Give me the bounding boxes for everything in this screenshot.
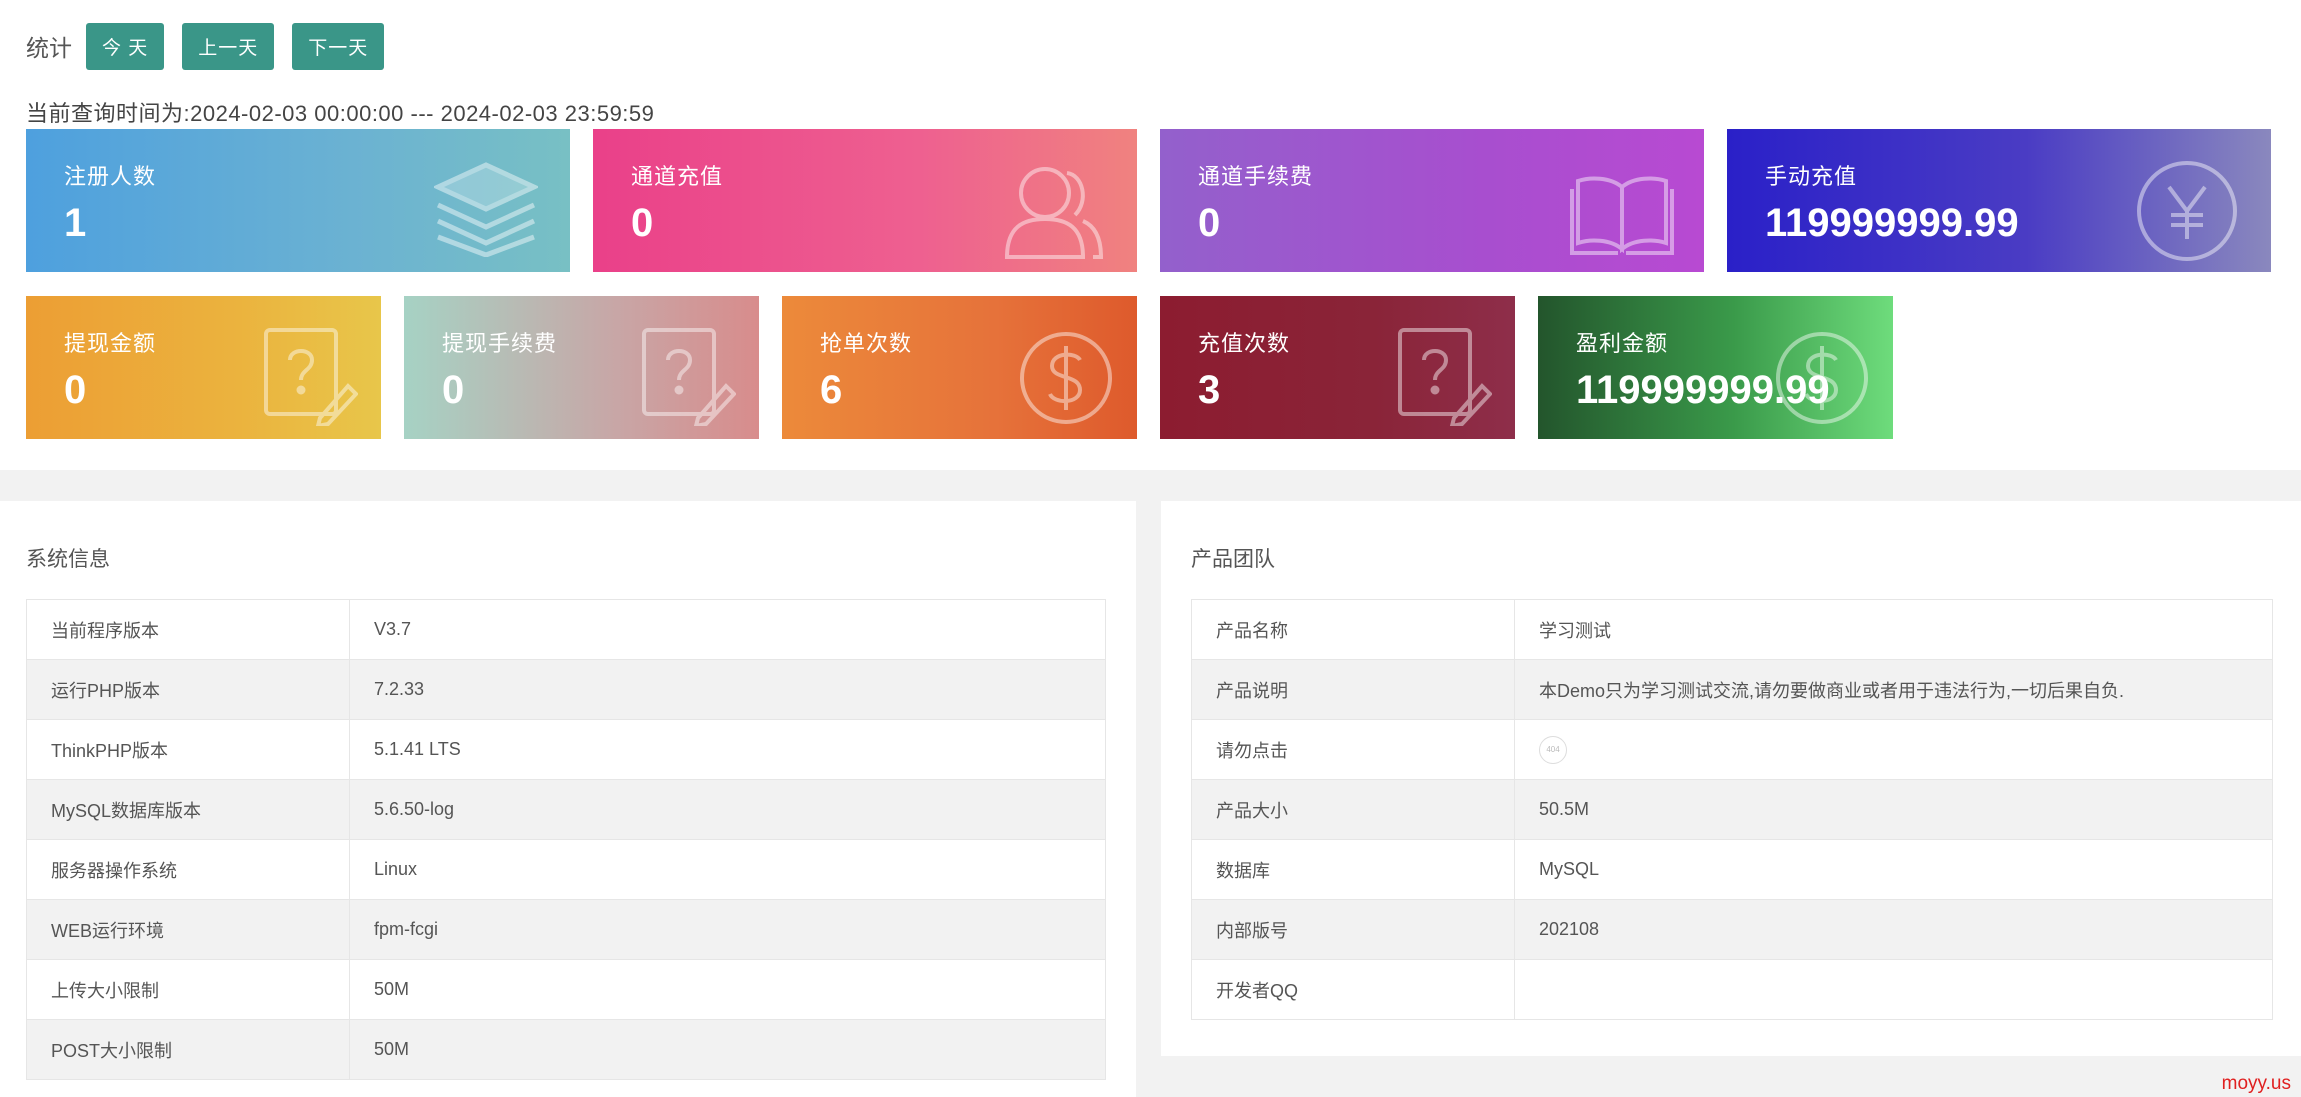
- row-key: POST大小限制: [26, 1019, 350, 1080]
- card-value: 6: [820, 368, 843, 412]
- row-value: [1514, 959, 2273, 1020]
- card-title: 提现手续费: [442, 331, 558, 356]
- row-key: WEB运行环境: [26, 899, 350, 960]
- row-key: 服务器操作系统: [26, 839, 350, 900]
- row-value: 50M: [349, 1019, 1106, 1080]
- card-grab-count: 抢单次数 6: [782, 296, 1137, 439]
- card-value: 1: [64, 201, 87, 245]
- table-row: 服务器操作系统 Linux: [26, 839, 1106, 900]
- panel-title: 产品团队: [1191, 548, 1275, 571]
- toolbar: 统计 今 天 上一天 下一天: [26, 22, 385, 70]
- table-row: 产品大小 50.5M: [1191, 779, 2273, 840]
- card-title: 注册人数: [64, 164, 157, 189]
- card-title: 盈利金额: [1576, 331, 1669, 356]
- table-row: POST大小限制 50M: [26, 1019, 1106, 1080]
- table-row: 内部版号 202108: [1191, 899, 2273, 960]
- card-title: 充值次数: [1198, 331, 1291, 356]
- layers-icon: [434, 162, 538, 257]
- row-key: ThinkPHP版本: [26, 719, 350, 780]
- dollar-icon: [1776, 332, 1868, 424]
- card-manual-recharge: 手动充值 119999999.99: [1727, 129, 2271, 272]
- today-button[interactable]: 今 天: [86, 22, 165, 70]
- card-channel-recharge: 通道充值 0: [593, 129, 1137, 272]
- row-value: 202108: [1514, 899, 2273, 960]
- question-edit-icon: [1398, 328, 1492, 426]
- card-value: 0: [64, 368, 87, 412]
- row-value: fpm-fcgi: [349, 899, 1106, 960]
- stats-section: 统计 今 天 上一天 下一天 当前查询时间为:2024-02-03 00:00:…: [0, 0, 2301, 470]
- next-day-button[interactable]: 下一天: [292, 22, 385, 70]
- question-edit-icon: [264, 328, 358, 426]
- row-key: 产品说明: [1191, 659, 1515, 720]
- row-value: 5.6.50-log: [349, 779, 1106, 840]
- table-row: 请勿点击 404: [1191, 719, 2273, 780]
- card-title: 抢单次数: [820, 331, 913, 356]
- row-value: 7.2.33: [349, 659, 1106, 720]
- table-row: 数据库 MySQL: [1191, 839, 2273, 900]
- table-row: 开发者QQ: [1191, 959, 2273, 1020]
- product-team-table: 产品名称 学习测试 产品说明 本Demo只为学习测试交流,请勿要做商业或者用于违法行…: [1191, 599, 2273, 1020]
- row-value: 404: [1514, 719, 2273, 780]
- table-row: 当前程序版本 V3.7: [26, 599, 1106, 660]
- row-key: 运行PHP版本: [26, 659, 350, 720]
- card-value: 0: [631, 201, 654, 245]
- panel-title: 系统信息: [26, 548, 110, 571]
- table-row: WEB运行环境 fpm-fcgi: [26, 899, 1106, 960]
- system-info-table: 当前程序版本 V3.7 运行PHP版本 7.2.33 ThinkPHP版本 5.1.4…: [26, 599, 1106, 1080]
- card-title: 手动充值: [1765, 164, 1858, 189]
- users-icon: [1004, 167, 1104, 259]
- table-row: 产品说明 本Demo只为学习测试交流,请勿要做商业或者用于违法行为,一切后果自负.: [1191, 659, 2273, 720]
- table-row: 运行PHP版本 7.2.33: [26, 659, 1106, 720]
- card-value: 0: [442, 368, 465, 412]
- row-value: 学习测试: [1514, 599, 2273, 660]
- question-edit-icon: [642, 328, 736, 426]
- card-withdraw-fee: 提现手续费 0: [404, 296, 759, 439]
- card-value: 0: [1198, 201, 1221, 245]
- watermark: moyy.us: [2221, 1073, 2291, 1094]
- card-title: 通道充值: [631, 164, 724, 189]
- table-row: 产品名称 学习测试: [1191, 599, 2273, 660]
- do-not-click-badge[interactable]: 404: [1539, 735, 1567, 764]
- badge-text: 404: [1546, 744, 1560, 754]
- row-key: 数据库: [1191, 839, 1515, 900]
- row-value: MySQL: [1514, 839, 2273, 900]
- row-key: 内部版号: [1191, 899, 1515, 960]
- card-channel-fee: 通道手续费 0: [1160, 129, 1704, 272]
- card-withdraw-amount: 提现金额 0: [26, 296, 381, 439]
- card-register: 注册人数 1: [26, 129, 570, 272]
- card-profit: 盈利金额 119999999.99: [1538, 296, 1893, 439]
- row-key: MySQL数据库版本: [26, 779, 350, 840]
- prev-day-button[interactable]: 上一天: [182, 22, 275, 70]
- table-row: MySQL数据库版本 5.6.50-log: [26, 779, 1106, 840]
- query-time-text: 当前查询时间为:2024-02-03 00:00:00 --- 2024-02-…: [26, 101, 655, 126]
- dollar-icon: [1020, 332, 1112, 424]
- stats-label: 统计: [26, 35, 72, 61]
- row-key: 当前程序版本: [26, 599, 350, 660]
- card-value: 3: [1198, 368, 1221, 412]
- row-key: 上传大小限制: [26, 959, 350, 1020]
- card-recharge-count: 充值次数 3: [1160, 296, 1515, 439]
- row-value: 50.5M: [1514, 779, 2273, 840]
- row-value: 50M: [349, 959, 1106, 1020]
- row-value: 5.1.41 LTS: [349, 719, 1106, 780]
- row-key: 产品大小: [1191, 779, 1515, 840]
- row-key: 开发者QQ: [1191, 959, 1515, 1020]
- row-value: 本Demo只为学习测试交流,请勿要做商业或者用于违法行为,一切后果自负.: [1514, 659, 2273, 720]
- table-row: 上传大小限制 50M: [26, 959, 1106, 1020]
- card-title: 提现金额: [64, 331, 157, 356]
- row-key: 产品名称: [1191, 599, 1515, 660]
- system-info-panel: 系统信息 当前程序版本 V3.7 运行PHP版本 7.2.33 ThinkPHP版本…: [0, 501, 1136, 1097]
- card-title: 通道手续费: [1198, 164, 1314, 189]
- book-icon: [1570, 176, 1674, 255]
- yen-icon: [2137, 161, 2237, 261]
- table-row: ThinkPHP版本 5.1.41 LTS: [26, 719, 1106, 780]
- product-team-panel: 产品团队 产品名称 学习测试 产品说明 本Demo只为学习测试交流,请勿要做商业或者…: [1161, 501, 2301, 1056]
- row-key: 请勿点击: [1191, 719, 1515, 780]
- card-value: 119999999.99: [1765, 201, 2019, 245]
- row-value: Linux: [349, 839, 1106, 900]
- row-value: V3.7: [349, 599, 1106, 660]
